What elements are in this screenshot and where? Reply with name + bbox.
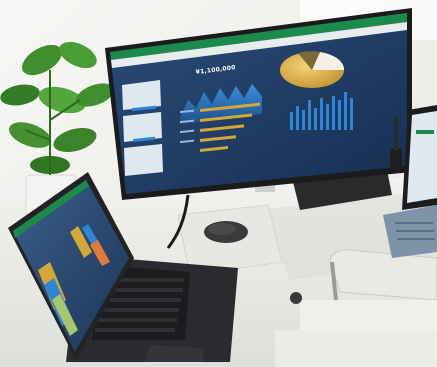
trackpad (145, 345, 205, 362)
left-card-1 (122, 80, 161, 110)
left-card-2 (123, 112, 162, 142)
left-card-3 (124, 144, 163, 176)
desk-photo-scene: ¥1,100,000 (0, 0, 437, 367)
